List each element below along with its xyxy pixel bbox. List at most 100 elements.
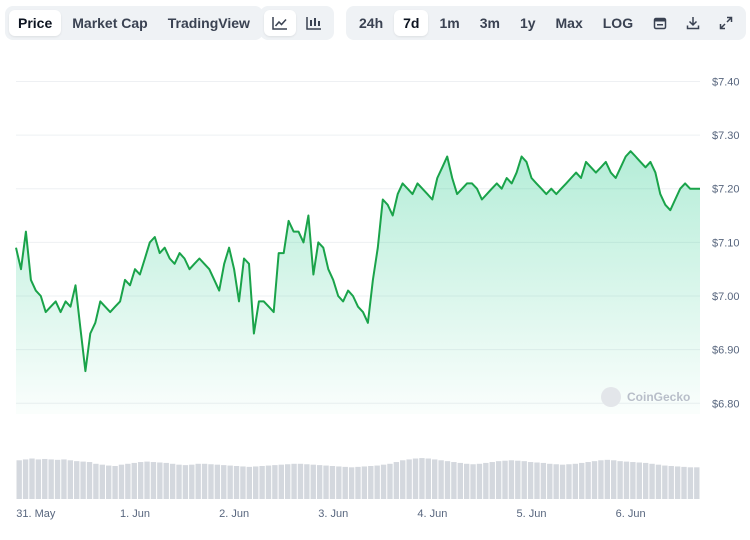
volume-bar — [636, 462, 642, 499]
x-tick-label: 5. Jun — [516, 508, 546, 520]
volume-bar — [329, 466, 336, 499]
volume-bar — [291, 463, 297, 499]
calendar-icon — [653, 17, 666, 30]
volume-bar — [259, 466, 265, 499]
range-1y[interactable]: 1y — [511, 10, 545, 36]
range-24h[interactable]: 24h — [350, 10, 392, 36]
price-area — [15, 150, 700, 414]
line-chart-button[interactable] — [264, 10, 296, 36]
price-chart[interactable]: $7.40 $7.30 $7.20 $7.10 $7.00 $6.90 $6.80 31. … — [0, 44, 750, 534]
volume-bar — [208, 464, 214, 499]
volume-bar — [483, 462, 489, 499]
volume-bar — [432, 459, 438, 499]
tab-price[interactable]: Price — [9, 10, 62, 36]
x-tick-label: 4. Jun — [417, 508, 447, 520]
volume-bar — [419, 458, 425, 499]
volume-bar — [649, 463, 655, 499]
volume-bar — [400, 460, 406, 499]
volume-bar — [572, 463, 579, 499]
volume-bar — [476, 463, 483, 499]
range-3m[interactable]: 3m — [471, 10, 509, 36]
volume-bar — [387, 463, 393, 499]
fullscreen-button[interactable] — [711, 10, 742, 36]
volume-bar — [412, 458, 419, 499]
volume-bar — [195, 463, 201, 499]
range-7d[interactable]: 7d — [394, 10, 429, 36]
volume-bar — [182, 465, 189, 499]
y-tick-label: $7.00 — [712, 291, 740, 303]
volume-bar — [591, 461, 598, 499]
volume-bar — [515, 460, 521, 499]
volume-bar — [221, 465, 227, 499]
volume-bar — [86, 462, 93, 499]
volume-bar — [681, 466, 687, 499]
volume-bar — [233, 466, 240, 499]
volume-bar — [189, 464, 195, 499]
volume-bar — [118, 464, 125, 499]
volume-bar — [316, 465, 323, 499]
volume-bar — [80, 461, 86, 499]
volume-bar — [406, 459, 412, 499]
volume-bar — [463, 463, 470, 499]
y-tick-label: $7.10 — [712, 237, 740, 249]
tab-market-cap[interactable]: Market Cap — [63, 10, 156, 36]
chart-toolbar: Price Market Cap TradingView 24h 7d 1m 3… — [0, 6, 750, 42]
y-tick-label: $7.40 — [712, 76, 740, 88]
chart-style-group — [260, 6, 334, 40]
candlestick-chart-button[interactable] — [298, 10, 330, 36]
volume-bar — [579, 462, 585, 499]
volume-bar — [361, 466, 368, 499]
volume-bar — [144, 461, 150, 499]
volume-bar — [451, 462, 457, 499]
range-max[interactable]: Max — [547, 10, 592, 36]
volume-bar — [246, 466, 253, 499]
volume-bar — [176, 464, 182, 499]
volume-bar — [438, 460, 444, 499]
volume-bar — [368, 466, 374, 499]
volume-bar — [540, 462, 547, 499]
watermark-text: CoinGecko — [627, 390, 690, 404]
volume-bar — [553, 464, 559, 499]
volume-bar — [674, 466, 681, 499]
volume-bar — [227, 465, 233, 499]
volume-bar — [323, 465, 329, 499]
volume-bar — [598, 460, 604, 499]
download-button[interactable] — [677, 10, 708, 36]
volume-bar — [380, 464, 387, 499]
y-axis: $7.40 $7.30 $7.20 $7.10 $7.00 $6.90 $6.80 — [712, 76, 740, 410]
volume-bar — [527, 462, 534, 499]
volume-bar — [374, 465, 380, 499]
volume-bar — [566, 464, 572, 499]
x-tick-label: 1. Jun — [120, 508, 150, 520]
x-tick-label: 3. Jun — [318, 508, 348, 520]
volume-bar — [253, 466, 259, 499]
volume-bar — [284, 464, 291, 499]
y-tick-label: $7.20 — [712, 184, 740, 196]
volume-bar — [611, 460, 617, 499]
volume-bar — [74, 461, 80, 499]
x-tick-label: 6. Jun — [616, 508, 646, 520]
volume-bar — [559, 464, 566, 499]
volume-bar — [508, 460, 515, 499]
volume-bar — [265, 465, 272, 499]
volume-bar — [304, 464, 310, 499]
x-axis: 31. May 1. Jun 2. Jun 3. Jun 4. Jun 5. Jun 6. … — [16, 508, 645, 520]
volume-bar — [201, 463, 208, 499]
y-tick-label: $6.90 — [712, 345, 740, 357]
calendar-button[interactable] — [644, 10, 675, 36]
tab-tradingview[interactable]: TradingView — [159, 10, 259, 36]
volume-bar — [623, 461, 630, 499]
range-1m[interactable]: 1m — [430, 10, 468, 36]
y-tick-label: $7.30 — [712, 130, 740, 142]
volume-bar — [694, 467, 700, 499]
volume-bar — [105, 465, 112, 499]
volume-bar — [297, 463, 304, 499]
volume-bar — [662, 465, 668, 499]
volume-bar — [157, 462, 163, 499]
volume-bar — [668, 466, 674, 499]
line-chart-icon — [272, 17, 287, 30]
coingecko-logo-icon — [601, 387, 621, 407]
volume-bar — [150, 462, 157, 499]
volume-bar — [495, 461, 502, 499]
log-scale-toggle[interactable]: LOG — [594, 10, 642, 36]
